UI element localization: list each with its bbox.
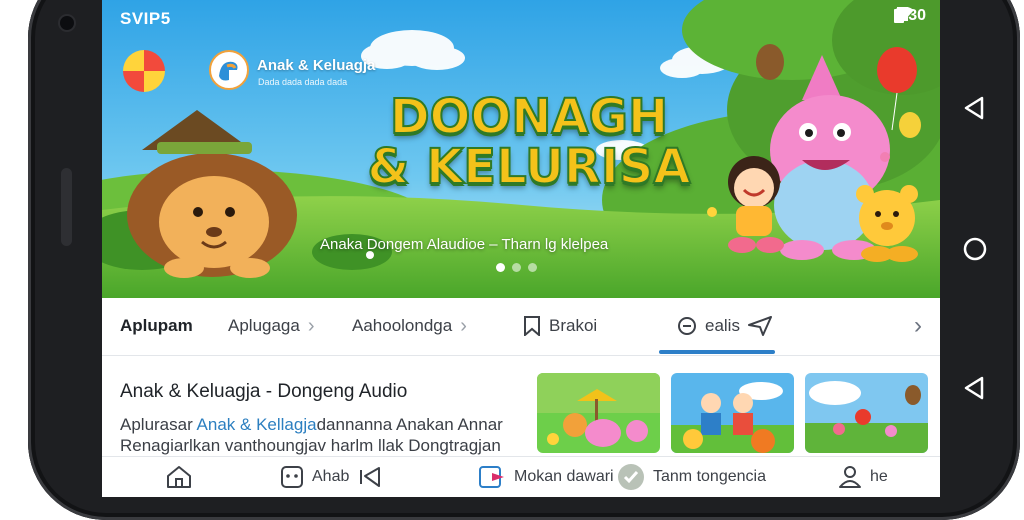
nav-label: Tanm tongencia: [653, 468, 766, 485]
nav-tanm[interactable]: Tanm tongencia: [617, 457, 766, 497]
banner-title-line2: & KELURISA: [367, 139, 692, 196]
carousel-dot[interactable]: [512, 263, 521, 272]
tab-label: Aplupam: [120, 316, 193, 335]
story-thumbnail[interactable]: [537, 373, 660, 453]
back-icon[interactable]: [958, 371, 992, 405]
tab-aplugaga[interactable]: Aplugaga ›: [228, 298, 315, 354]
bookmark-icon: [524, 316, 540, 336]
app-name: Anak & Keluagja: [257, 57, 376, 74]
carrier-label: SVIP5: [120, 9, 171, 28]
chevron-right-icon: ›: [460, 314, 467, 337]
user-icon: [839, 466, 861, 488]
nav-profile[interactable]: he: [838, 457, 888, 497]
carousel-dot[interactable]: [496, 263, 505, 272]
tab-aahoolondga[interactable]: Aahoolondga ›: [352, 298, 467, 354]
section-description: Aplurasar Anak & Kellagjadannanna Anakan…: [120, 414, 520, 456]
bear-character: [856, 185, 918, 262]
tab-brakoi[interactable]: Brakoi: [523, 298, 597, 354]
app-logo-icon: [209, 50, 249, 90]
nav-mokan[interactable]: Mokan dawari: [478, 457, 614, 497]
category-tabs: Aplupam Aplugaga › Aahoolondga › Brakoi …: [102, 298, 940, 356]
speaker-grille: [61, 168, 72, 246]
nav-home[interactable]: [166, 457, 200, 497]
front-camera: [60, 16, 74, 30]
ball-decoration: [123, 50, 165, 92]
tab-label: ealis: [705, 316, 740, 335]
carousel-dots: [496, 263, 537, 272]
app-subtitle: Dada dada dada dada: [258, 77, 348, 87]
app-screen: SVIP5 1:30 Anak & Keluagja Dada dada dad…: [102, 0, 940, 497]
check-circle-icon: [618, 464, 644, 490]
tab-aplupam[interactable]: Aplupam: [120, 298, 193, 354]
red-balloon: [877, 47, 917, 93]
nav-ahab[interactable]: Ahab: [280, 457, 381, 497]
robot-icon: [281, 466, 303, 488]
desc-text: Renagiarlkan vanthoungjav harlm llak Don…: [120, 436, 501, 455]
desc-text: dannanna Anakan Annar: [316, 415, 503, 434]
battery-icon: [893, 7, 904, 23]
nav-label: he: [870, 468, 888, 485]
clock-icon: [678, 317, 696, 335]
chevron-right-icon: ›: [307, 314, 315, 337]
section-title: Anak & Keluagja - Dongeng Audio: [120, 381, 408, 402]
story-thumbnail[interactable]: [671, 373, 794, 453]
chevron-right-icon[interactable]: ›: [914, 312, 922, 340]
system-navigation: [958, 0, 992, 512]
nav-label: Mokan dawari: [514, 468, 614, 485]
banner-title-line1: DOONAGH: [389, 89, 669, 145]
banner-subtitle: Anaka Dongem Alaudioe – Tharn lg klelpea: [320, 236, 609, 253]
tab-label: Aahoolondga: [352, 316, 453, 335]
status-icons: 1:30: [893, 7, 926, 25]
speaker-icon: [360, 467, 381, 487]
home-icon: [167, 466, 191, 488]
desc-link[interactable]: Anak & Kellagja: [197, 415, 317, 434]
tab-ealis[interactable]: ealis: [677, 298, 772, 354]
content-section: Anak & Keluagja - Dongeng Audio Aplurasa…: [102, 357, 940, 457]
send-icon: [747, 316, 772, 336]
active-tab-indicator: [659, 350, 775, 354]
back-icon[interactable]: [958, 91, 992, 125]
tab-label: Aplugaga: [228, 316, 300, 335]
home-button-icon[interactable]: [958, 232, 992, 266]
bookmark-icon: [479, 466, 504, 488]
banner-title: DOONAGH & KELURISA: [364, 89, 694, 196]
story-thumbnail[interactable]: [805, 373, 928, 453]
carousel-dot[interactable]: [528, 263, 537, 272]
tab-label: Brakoi: [549, 316, 598, 335]
nav-label: Ahab: [312, 468, 350, 485]
desc-text: Aplurasar: [120, 415, 197, 434]
hero-banner[interactable]: SVIP5 1:30 Anak & Keluagja Dada dada dad…: [102, 0, 940, 298]
bottom-navigation: Ahab Mokan dawari Tanm tongencia he: [102, 456, 940, 497]
